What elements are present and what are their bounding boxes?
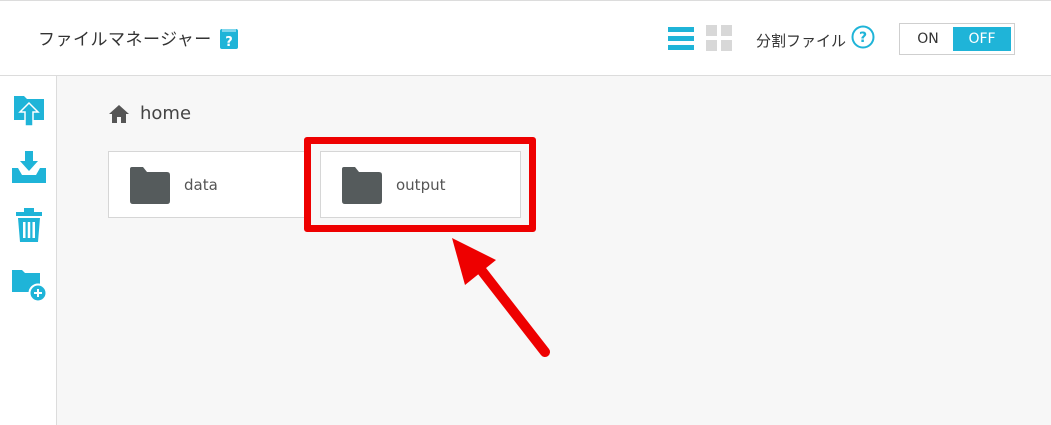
file-manager-app: ファイルマネージャー ? 分割ファイル ? ON OFF home data o… (0, 0, 1051, 425)
pointer-arrow-icon (452, 238, 550, 357)
